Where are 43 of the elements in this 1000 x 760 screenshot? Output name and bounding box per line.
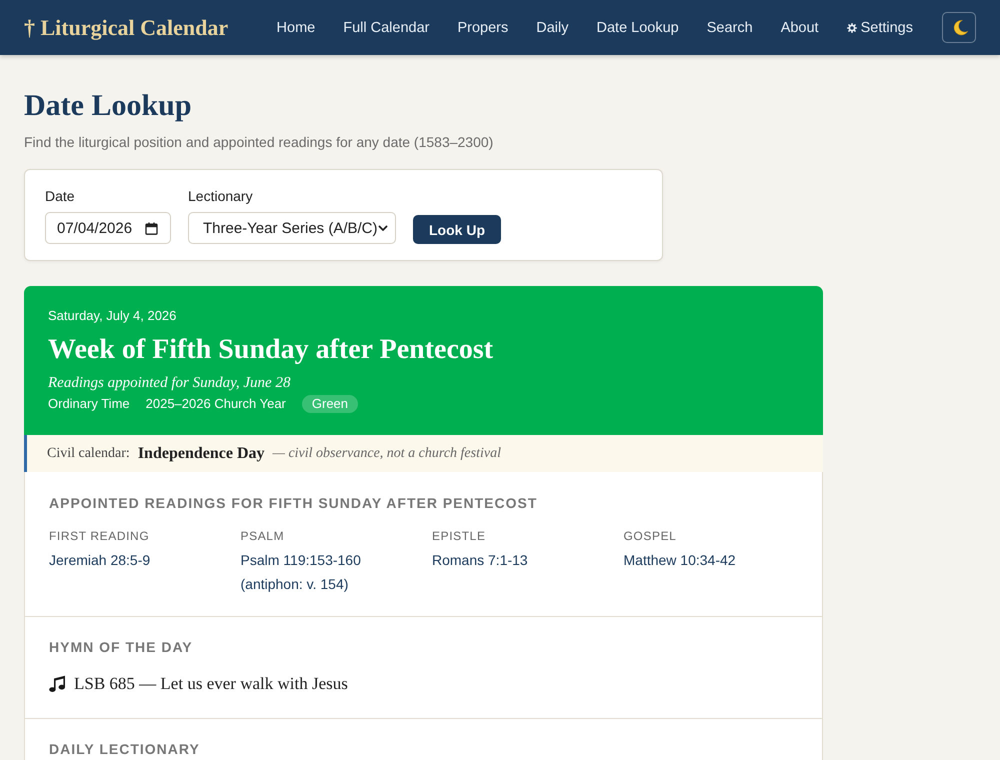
day-date: Saturday, July 4, 2026 (48, 308, 176, 324)
section-heading: APPOINTED READINGS FOR FIFTH SUNDAY AFTER PENTECOST (49, 494, 538, 512)
civil-calendar-label: Civil calendar: (47, 446, 130, 462)
reading-label: GOSPEL (624, 528, 676, 544)
nav-link[interactable]: Full Calendar (343, 20, 430, 36)
reading-label: FIRST READING (49, 528, 150, 544)
calendar-icon (145, 222, 158, 234)
nav-link[interactable]: About (780, 20, 819, 36)
field-label: Lectionary (188, 187, 253, 205)
antiphon-link[interactable]: (antiphon: v. 154) (240, 572, 348, 596)
nav-link[interactable]: Propers (457, 20, 508, 36)
season-label: Ordinary Time (48, 395, 130, 413)
nav-link[interactable]: Home (276, 20, 316, 36)
liturgical-color-badge: Green (302, 395, 358, 413)
day-title: Week of Fifth Sunday after Pentecost (48, 333, 494, 367)
date-field[interactable]: 07/04/2026 (45, 212, 171, 244)
hymn-text: LSB 685 — Let us ever walk with Jesus (74, 673, 348, 695)
music-note-icon (49, 675, 67, 693)
lectionary-select[interactable]: Three-Year Series (A/B/C) (188, 212, 396, 244)
settings-link[interactable]: Settings (846, 20, 913, 36)
reading-link[interactable]: Psalm 119:153-160 (240, 548, 361, 572)
reading-label: EPISTLE (432, 528, 486, 544)
reading-link[interactable]: Matthew 10:34-42 (624, 548, 736, 572)
page-subtitle: Find the liturgical position and appointed readings for any date (1583–2300) (24, 133, 494, 152)
field-label: Date (45, 187, 75, 205)
church-year-label: 2025–2026 Church Year (146, 395, 286, 413)
page-title: Date Lookup (24, 88, 192, 124)
chevron-down-icon (378, 224, 388, 232)
theme-toggle-button[interactable] (942, 12, 976, 43)
gear-icon (846, 22, 857, 32)
reading-link[interactable]: Jeremiah 28:5-9 (49, 548, 150, 572)
civil-note: — civil observance, not a church festival (272, 446, 501, 462)
nav-link[interactable]: Date Lookup (596, 20, 679, 36)
reading-link[interactable]: Romans 7:1-13 (432, 548, 528, 572)
nav-link[interactable]: Daily (536, 20, 568, 36)
section-heading: HYMN OF THE DAY (49, 638, 193, 656)
site-logo[interactable]: † Liturgical Calendar (24, 14, 228, 40)
look-up-button[interactable]: Look Up (413, 215, 501, 244)
reading-label: PSALM (240, 528, 284, 544)
section-heading: DAILY LECTIONARY (49, 740, 200, 758)
civil-holiday-name: Independence Day (138, 444, 264, 462)
nav-link[interactable]: Search (706, 20, 753, 36)
readings-note: Readings appointed for Sunday, June 28 (48, 374, 290, 392)
